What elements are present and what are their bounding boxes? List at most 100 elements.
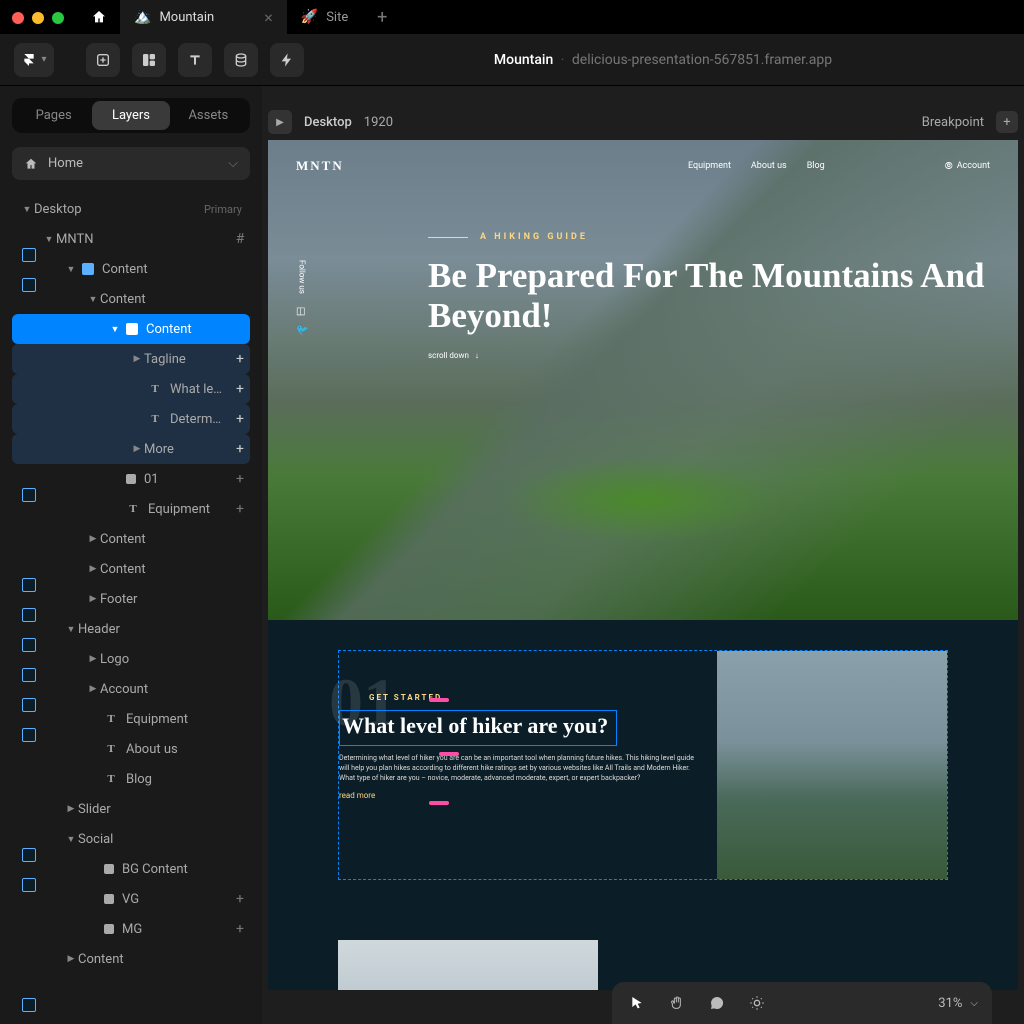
layer-toggle-icon[interactable]: ▼ bbox=[86, 294, 100, 305]
breakpoint-label: Breakpoint bbox=[922, 115, 984, 130]
layer-action-button[interactable]: + bbox=[230, 411, 250, 427]
layer-label: MG bbox=[122, 922, 230, 937]
text-icon: T bbox=[148, 412, 162, 426]
layer-label: Content bbox=[102, 262, 250, 277]
layer-row[interactable]: ▼Social bbox=[12, 824, 250, 854]
layer-action-button[interactable]: + bbox=[230, 351, 250, 367]
layer-row[interactable]: ▼DesktopPrimary bbox=[12, 194, 250, 224]
minimize-window-icon[interactable] bbox=[32, 12, 44, 24]
framer-menu-button[interactable]: ▾ bbox=[14, 43, 54, 77]
layer-action-button[interactable]: + bbox=[230, 441, 250, 457]
section-02-image bbox=[338, 940, 598, 990]
layer-row[interactable]: ▶Content bbox=[12, 524, 250, 554]
insert-button[interactable] bbox=[86, 43, 120, 77]
layer-toggle-icon[interactable]: ▶ bbox=[86, 594, 100, 604]
layer-row[interactable]: ▼Header bbox=[12, 614, 250, 644]
layer-label: About us bbox=[126, 742, 250, 757]
layer-label: Account bbox=[100, 682, 250, 697]
tab-site[interactable]: 🚀 Site bbox=[287, 0, 362, 34]
layer-row[interactable]: 01+ bbox=[12, 464, 250, 494]
layer-row[interactable]: ▶Account bbox=[12, 674, 250, 704]
layer-toggle-icon[interactable]: ▶ bbox=[86, 654, 100, 664]
design-frame[interactable]: MNTN Equipment About us Blog ⦾ Account F… bbox=[268, 140, 1018, 990]
layer-row[interactable]: MG+ bbox=[12, 914, 250, 944]
tab-assets[interactable]: Assets bbox=[170, 101, 247, 130]
panel-tabs: Pages Layers Assets bbox=[12, 98, 250, 133]
page-selector[interactable]: Home ⌵ bbox=[12, 147, 250, 180]
layer-action-button[interactable]: + bbox=[230, 921, 250, 937]
tab-label: Site bbox=[326, 10, 348, 25]
layer-label: MNTN bbox=[56, 232, 230, 247]
layer-toggle-icon[interactable]: ▶ bbox=[64, 804, 78, 814]
tab-layers[interactable]: Layers bbox=[92, 101, 169, 130]
tab-pages[interactable]: Pages bbox=[15, 101, 92, 130]
layer-label: More bbox=[144, 442, 230, 457]
layer-toggle-icon[interactable]: ▶ bbox=[86, 684, 100, 694]
layer-row[interactable]: ▶Footer bbox=[12, 584, 250, 614]
add-breakpoint-button[interactable]: + bbox=[996, 111, 1018, 133]
layer-toggle-icon[interactable]: ▼ bbox=[20, 204, 34, 215]
canvas[interactable]: ▶ Desktop 1920 Breakpoint + MNTN Equipme… bbox=[262, 86, 1024, 1024]
maximize-window-icon[interactable] bbox=[52, 12, 64, 24]
layer-row[interactable]: ▶Content bbox=[12, 944, 250, 974]
cms-button[interactable] bbox=[224, 43, 258, 77]
home-tab[interactable] bbox=[78, 0, 120, 34]
zoom-control[interactable]: 31% ⌵ bbox=[938, 996, 978, 1011]
layer-row[interactable]: ▶Logo bbox=[12, 644, 250, 674]
layer-label: Content bbox=[78, 952, 250, 967]
layer-toggle-icon[interactable]: ▶ bbox=[86, 534, 100, 544]
text-button[interactable] bbox=[178, 43, 212, 77]
layer-toggle-icon[interactable]: ▼ bbox=[108, 324, 122, 335]
layer-label: VG bbox=[122, 892, 230, 907]
layer-row[interactable]: TDeterm…+ bbox=[12, 404, 250, 434]
layer-row[interactable]: VG+ bbox=[12, 884, 250, 914]
tab-mountain[interactable]: 🏔️ Mountain × bbox=[120, 0, 287, 34]
layer-row[interactable]: ▶Slider bbox=[12, 794, 250, 824]
layer-row[interactable]: TEquipment+ bbox=[12, 494, 250, 524]
layer-action-button[interactable]: # bbox=[230, 231, 250, 247]
layer-action-button[interactable]: + bbox=[230, 381, 250, 397]
new-tab-button[interactable]: + bbox=[362, 7, 402, 28]
layer-row[interactable]: ▼Content bbox=[12, 284, 250, 314]
layer-toggle-icon[interactable]: ▶ bbox=[130, 354, 144, 364]
chevron-down-icon: ⌵ bbox=[970, 998, 978, 1009]
layer-row[interactable]: TAbout us bbox=[12, 734, 250, 764]
close-tab-icon[interactable]: × bbox=[264, 8, 273, 27]
layer-action-button[interactable]: + bbox=[230, 891, 250, 907]
hand-tool[interactable] bbox=[666, 995, 688, 1011]
layer-action-button[interactable]: + bbox=[230, 471, 250, 487]
comment-tool[interactable] bbox=[706, 995, 728, 1011]
layer-row[interactable]: BG Content bbox=[12, 854, 250, 884]
layer-toggle-icon[interactable]: ▶ bbox=[64, 954, 78, 964]
layer-row[interactable]: ▼ Content bbox=[12, 254, 250, 284]
close-window-icon[interactable] bbox=[12, 12, 24, 24]
layer-toggle-icon[interactable]: ▼ bbox=[64, 624, 78, 635]
layer-row[interactable]: TWhat le…+ bbox=[12, 374, 250, 404]
layer-row[interactable]: ▶More+ bbox=[12, 434, 250, 464]
layout-button[interactable] bbox=[132, 43, 166, 77]
layer-row[interactable]: ▶Tagline+ bbox=[12, 344, 250, 374]
actions-button[interactable] bbox=[270, 43, 304, 77]
hero-section: MNTN Equipment About us Blog ⦾ Account F… bbox=[268, 140, 1018, 620]
layer-toggle-icon[interactable]: ▼ bbox=[64, 264, 78, 275]
layer-toggle-icon[interactable]: ▶ bbox=[86, 564, 100, 574]
layer-toggle-icon[interactable]: ▼ bbox=[42, 234, 56, 245]
instagram-icon: ◫ bbox=[296, 306, 308, 317]
frame-header: ▶ Desktop 1920 Breakpoint + bbox=[268, 110, 1018, 134]
tab-label: Mountain bbox=[159, 10, 214, 25]
layer-row[interactable]: TEquipment bbox=[12, 704, 250, 734]
project-url[interactable]: delicious-presentation-567851.framer.app bbox=[572, 52, 832, 68]
text-icon: T bbox=[104, 712, 118, 726]
preview-button[interactable]: ▶ bbox=[268, 110, 292, 134]
layer-toggle-icon[interactable]: ▼ bbox=[64, 834, 78, 845]
cursor-tool[interactable] bbox=[626, 995, 648, 1011]
brightness-tool[interactable] bbox=[746, 995, 768, 1011]
site-logo: MNTN bbox=[296, 158, 344, 174]
layer-row[interactable]: ▼MNTN# bbox=[12, 224, 250, 254]
layer-row[interactable]: ▼Content bbox=[12, 314, 250, 344]
layer-row[interactable]: TBlog bbox=[12, 764, 250, 794]
layer-row[interactable]: ▶Content bbox=[12, 554, 250, 584]
layer-action-button[interactable]: + bbox=[230, 501, 250, 517]
layer-toggle-icon[interactable]: ▶ bbox=[130, 444, 144, 454]
frame-name[interactable]: Desktop bbox=[304, 115, 352, 130]
